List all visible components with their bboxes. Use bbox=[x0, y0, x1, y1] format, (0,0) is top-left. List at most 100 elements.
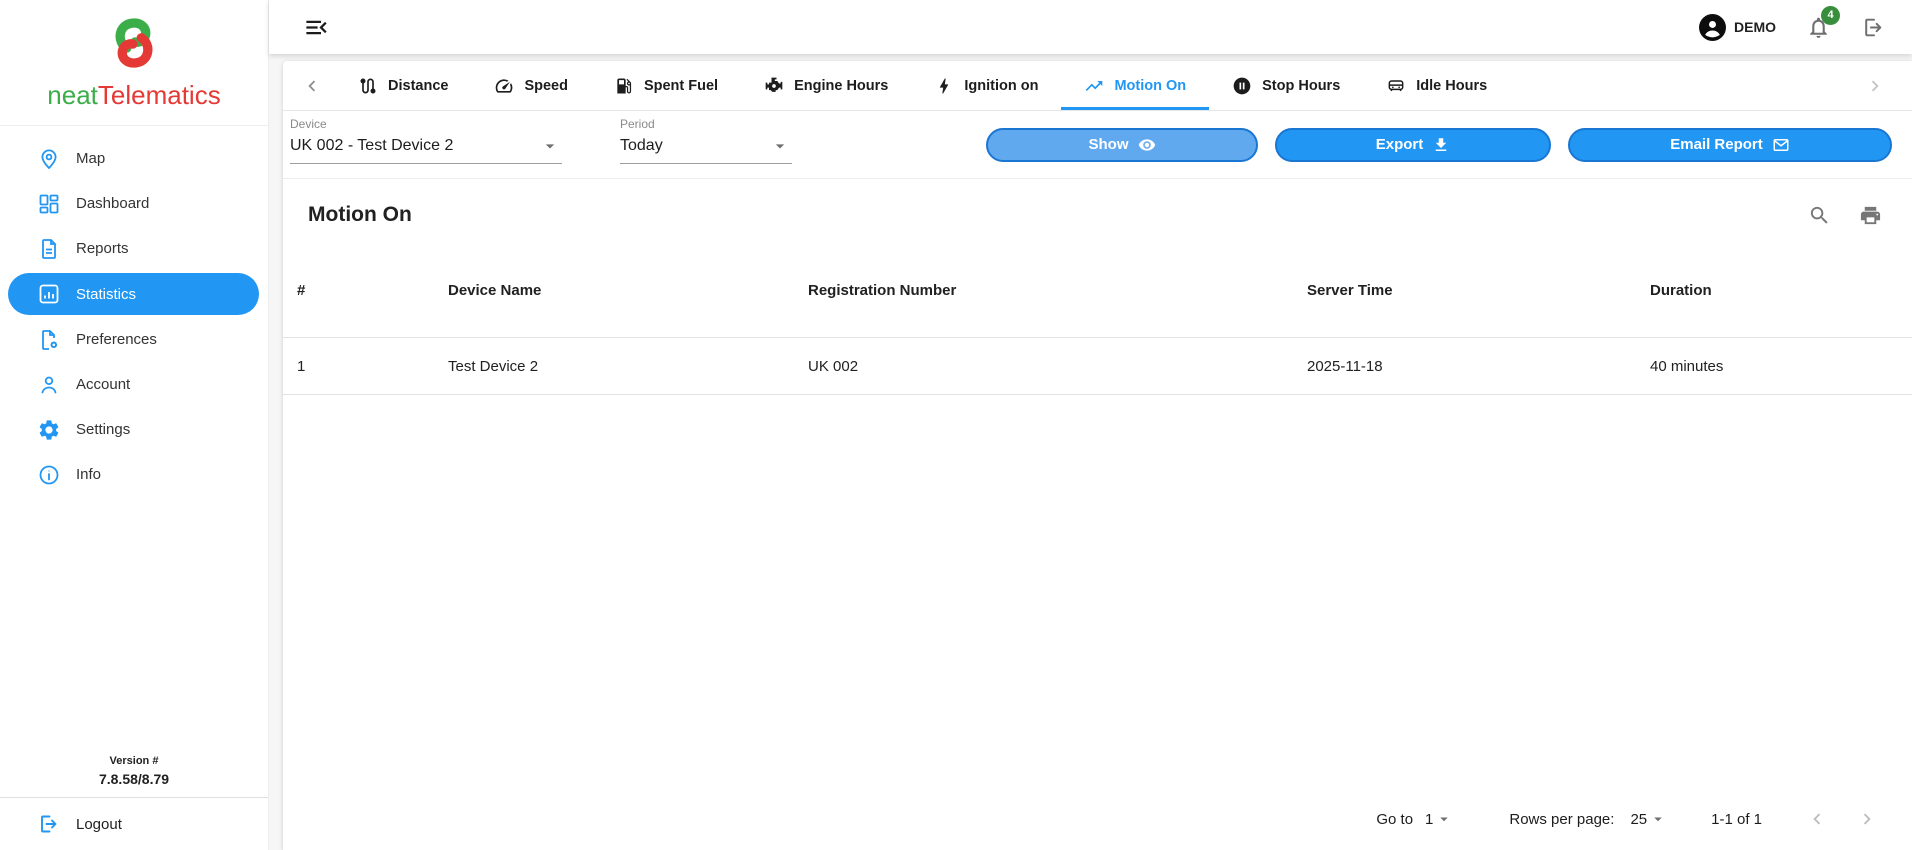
map-pin-icon bbox=[37, 147, 61, 171]
tab-label: Ignition on bbox=[964, 77, 1039, 94]
email-report-button[interactable]: Email Report bbox=[1568, 127, 1892, 162]
sidebar-item-info[interactable]: Info bbox=[0, 452, 268, 497]
user-name: DEMO bbox=[1734, 19, 1776, 35]
column-header: Duration bbox=[1650, 281, 1712, 299]
sidebar-nav: Map Dashboard Reports Statistics Prefere… bbox=[0, 136, 268, 497]
car-icon bbox=[1386, 76, 1406, 96]
cell-device-name: Test Device 2 bbox=[448, 357, 539, 375]
sidebar-footer: Version # 7.8.58/8.79 Logout bbox=[0, 755, 268, 850]
top-bar: DEMO 4 bbox=[269, 0, 1912, 54]
sidebar-logout[interactable]: Logout bbox=[0, 798, 268, 850]
sidebar-item-label: Account bbox=[76, 376, 131, 393]
person-icon bbox=[37, 373, 61, 397]
period-label: Period bbox=[620, 117, 655, 131]
tab-stop-hours[interactable]: Stop Hours bbox=[1209, 61, 1363, 110]
tab-spent-fuel[interactable]: Spent Fuel bbox=[591, 61, 741, 110]
pause-circle-icon bbox=[1232, 76, 1252, 96]
tab-label: Idle Hours bbox=[1416, 77, 1488, 94]
device-value: UK 002 - Test Device 2 bbox=[290, 137, 454, 154]
sidebar: neatTelematics Map Dashboard Reports Sta… bbox=[0, 0, 269, 850]
sidebar-item-label: Info bbox=[76, 466, 102, 483]
notifications-button[interactable]: 4 bbox=[1806, 5, 1840, 40]
export-button[interactable]: Export bbox=[1275, 127, 1551, 162]
fuel-pump-icon bbox=[614, 76, 634, 96]
sidebar-item-dashboard[interactable]: Dashboard bbox=[0, 181, 268, 226]
next-page-icon[interactable] bbox=[1856, 808, 1878, 830]
pagination-bar: Go to 1 Rows per page: 25 1-1 of 1 bbox=[283, 808, 1912, 850]
sidebar-item-preferences[interactable]: Preferences bbox=[0, 317, 268, 362]
sidebar-item-label: Reports bbox=[76, 240, 129, 257]
gear-icon bbox=[37, 418, 61, 442]
cell-server-time: 2025-11-18 bbox=[1307, 357, 1383, 375]
sidebar-item-label: Map bbox=[76, 150, 106, 167]
logout-icon bbox=[37, 812, 61, 836]
tab-motion-on[interactable]: Motion On bbox=[1061, 61, 1210, 110]
previous-page-icon[interactable] bbox=[1806, 808, 1828, 830]
version-info: Version # 7.8.58/8.79 bbox=[0, 755, 268, 797]
dropdown-caret-icon bbox=[1649, 810, 1667, 828]
user-chip[interactable]: DEMO bbox=[1699, 13, 1776, 41]
dropdown-caret-icon bbox=[540, 136, 560, 156]
report-card: Distance Speed Spent Fuel Engine Hours I… bbox=[283, 61, 1912, 850]
filter-bar: Device UK 002 - Test Device 2 Period Tod… bbox=[283, 111, 1912, 179]
sidebar-item-map[interactable]: Map bbox=[0, 136, 268, 181]
device-label: Device bbox=[290, 117, 327, 131]
tabs-scroll-left-icon[interactable] bbox=[289, 75, 335, 97]
table-row[interactable]: 1 Test Device 2 UK 002 2025-11-18 40 min… bbox=[283, 337, 1912, 395]
period-select[interactable]: Period Today bbox=[620, 117, 792, 164]
tab-distance[interactable]: Distance bbox=[335, 61, 471, 110]
goto-page-value: 1 bbox=[1425, 810, 1434, 828]
logo-swirl-icon bbox=[115, 18, 153, 68]
version-value: 7.8.58/8.79 bbox=[98, 771, 170, 787]
tab-idle-hours[interactable]: Idle Hours bbox=[1363, 61, 1510, 110]
pagination-range: 1-1 of 1 bbox=[1711, 810, 1762, 828]
sidebar-item-reports[interactable]: Reports bbox=[0, 226, 268, 271]
bolt-icon bbox=[934, 76, 954, 96]
route-icon bbox=[358, 76, 378, 96]
tab-label: Speed bbox=[524, 77, 568, 94]
goto-label: Go to bbox=[1376, 810, 1414, 828]
sidebar-item-label: Preferences bbox=[76, 331, 157, 348]
envelope-icon bbox=[1772, 136, 1790, 154]
eye-icon bbox=[1138, 136, 1156, 154]
menu-open-icon[interactable] bbox=[303, 14, 330, 41]
sidebar-item-settings[interactable]: Settings bbox=[0, 407, 268, 452]
avatar-icon bbox=[1699, 13, 1726, 41]
export-label: Export bbox=[1375, 136, 1424, 153]
rows-per-page-select[interactable]: 25 bbox=[1630, 810, 1667, 828]
page-title: Motion On bbox=[308, 203, 412, 226]
column-header: # bbox=[297, 281, 306, 299]
search-icon[interactable] bbox=[1808, 204, 1831, 227]
filter-buttons: Show Export Email Report bbox=[986, 127, 1902, 162]
device-select[interactable]: Device UK 002 - Test Device 2 bbox=[290, 117, 562, 164]
sidebar-item-statistics[interactable]: Statistics bbox=[8, 273, 259, 315]
column-header: Registration Number bbox=[808, 281, 957, 299]
brand-logo: neatTelematics bbox=[0, 0, 268, 126]
printer-icon[interactable] bbox=[1859, 204, 1882, 227]
sidebar-item-label: Settings bbox=[76, 421, 131, 438]
brand-name-part1: neat bbox=[47, 80, 98, 110]
dropdown-caret-icon bbox=[770, 136, 790, 156]
bar-chart-icon bbox=[37, 282, 61, 306]
tab-engine-hours[interactable]: Engine Hours bbox=[741, 61, 911, 110]
show-button[interactable]: Show bbox=[986, 127, 1258, 162]
tab-label: Engine Hours bbox=[794, 77, 889, 94]
logout-label: Logout bbox=[76, 815, 122, 833]
trending-up-icon bbox=[1084, 76, 1104, 96]
preferences-doc-gear-icon bbox=[37, 328, 61, 352]
show-label: Show bbox=[1088, 136, 1129, 153]
logout-icon[interactable] bbox=[1861, 15, 1886, 40]
cell-duration: 40 minutes bbox=[1650, 357, 1724, 375]
engine-icon bbox=[764, 76, 784, 96]
period-value: Today bbox=[620, 137, 663, 154]
rows-per-page-label: Rows per page: bbox=[1509, 810, 1615, 828]
tab-speed[interactable]: Speed bbox=[471, 61, 591, 110]
dashboard-grid-icon bbox=[37, 192, 61, 216]
tabs-scroll-right-icon[interactable] bbox=[1852, 75, 1898, 97]
rows-per-page-value: 25 bbox=[1630, 810, 1648, 828]
sidebar-item-account[interactable]: Account bbox=[0, 362, 268, 407]
info-icon bbox=[37, 463, 61, 487]
brand-name: neatTelematics bbox=[0, 80, 268, 111]
goto-page-select[interactable]: 1 bbox=[1425, 810, 1453, 828]
tab-ignition-on[interactable]: Ignition on bbox=[911, 61, 1061, 110]
